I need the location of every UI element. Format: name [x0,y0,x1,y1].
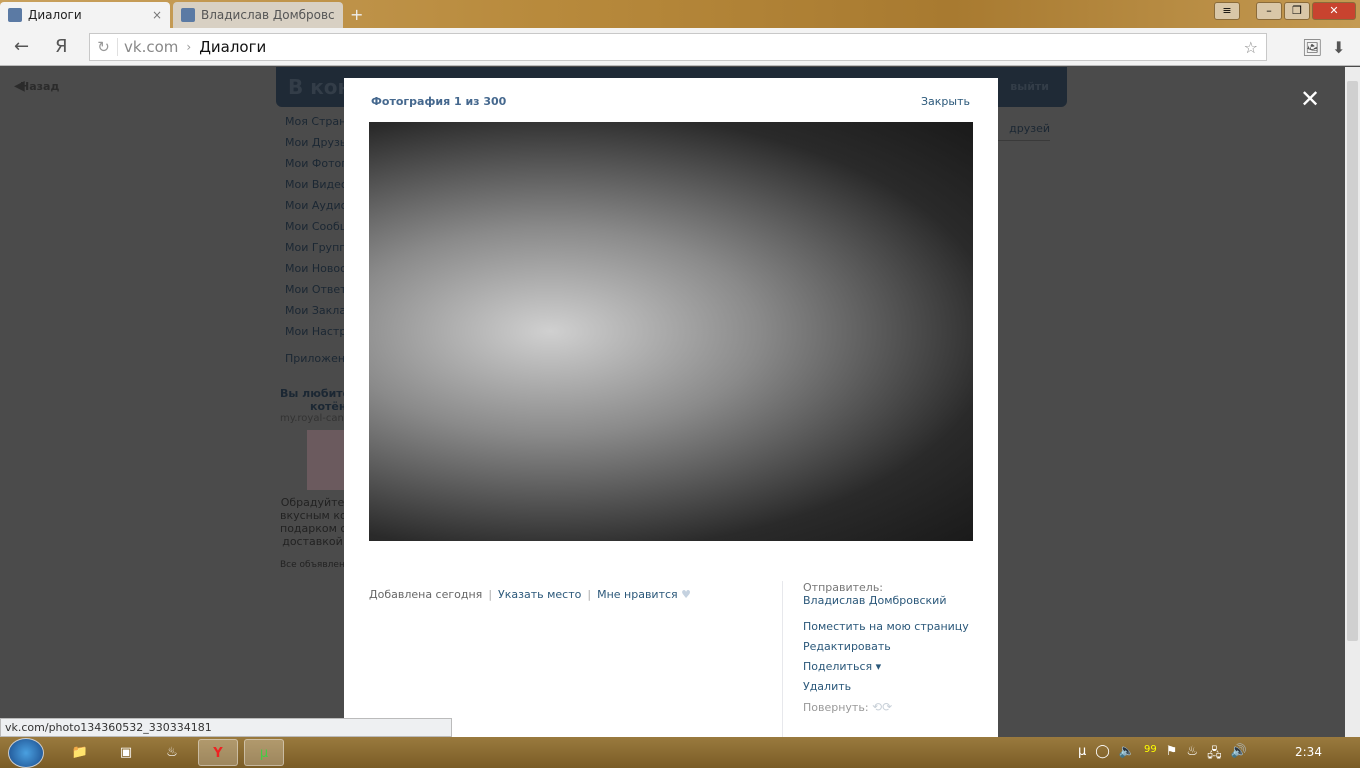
action-center-icon[interactable]: ⚑ [1166,744,1178,766]
menu-item[interactable]: Мои Закладки [285,304,345,325]
friends-tab[interactable]: друзей [998,117,1050,141]
address-bar[interactable]: ↻ vk.com › Диалоги ☆ [89,33,1267,61]
vk-page: Назад В конт выйти Моя Страница Мои Друз… [0,67,1345,737]
utorrent-tray-icon[interactable]: µ [1078,744,1086,766]
maximize-button[interactable]: ❐ [1284,2,1310,20]
rotate-right-icon[interactable]: ⟳ [882,700,892,714]
tab-dialogs[interactable]: Диалоги × [0,2,170,28]
status-bar-url: vk.com/photo134360532_330334181 [0,718,452,737]
taskbar: 📁 ▣ ♨ Y µ µ ◯ 🔈 99 ⚑ ♨ 🖧 🔊 2:34 [0,737,1360,768]
reload-icon[interactable]: ↻ [90,38,118,56]
menu-item[interactable]: Мои Видеозаписи [285,178,345,199]
rotate-left-icon[interactable]: ⟲ [872,700,882,714]
steam-icon[interactable]: ♨ [152,739,192,766]
photo-meta: Добавлена сегодня | Указать место | Мне нрав… [369,588,692,601]
share-link[interactable]: Поделиться ▾ [803,660,982,673]
browser-titlebar: Диалоги × Владислав Домбровс + ≡ – ❐ ✕ [0,0,1360,28]
tab-profile[interactable]: Владислав Домбровс [173,2,343,28]
terminal-icon[interactable]: ▣ [106,739,146,766]
volume-icon[interactable]: 🔊 [1231,744,1247,766]
yandex-browser-icon[interactable]: Y [198,739,238,766]
speaker-tray-icon[interactable]: 🔈 [1119,744,1135,766]
image-icon[interactable]: 🖼 [1302,38,1322,57]
window-close-button[interactable]: ✕ [1312,2,1356,20]
heart-icon[interactable]: ♥ [681,588,691,601]
monitor-tray-icon[interactable]: 99 [1144,744,1157,766]
bookmark-star-icon[interactable]: ☆ [1244,38,1258,57]
utorrent-icon[interactable]: µ [244,739,284,766]
ad-image [307,430,345,490]
like-link[interactable]: Мне нравится [597,588,678,601]
clock[interactable]: 2:34 [1295,745,1322,759]
back-link[interactable]: Назад [14,78,59,94]
back-button[interactable]: ← [14,36,29,57]
new-tab-button[interactable]: + [350,5,363,24]
browser-menu-button[interactable]: ≡ [1214,2,1240,20]
menu-item[interactable]: Мои Ответы [285,283,345,304]
tab-close-button[interactable]: × [152,8,162,22]
photo-counter: Фотография 1 из 300 [371,95,507,108]
menu-item[interactable]: Мои Сообщения [285,220,345,241]
menu-item[interactable]: Мои Аудиозаписи [285,199,345,220]
save-to-page-link[interactable]: Поместить на мою страницу [803,620,982,633]
left-menu: Моя Страница Мои Друзья Мои Фотографии М… [285,115,345,373]
photo[interactable] [369,122,973,541]
place-link[interactable]: Указать место [498,588,581,601]
menu-item[interactable]: Моя Страница [285,115,345,136]
app-tray-icon[interactable]: ◯ [1095,744,1110,766]
menu-item-apps[interactable]: Приложения [285,352,345,373]
photo-viewer: Фотография 1 из 300 Закрыть Добавлена се… [344,78,998,737]
yandex-logo-button[interactable]: Я [55,36,68,57]
vk-video-icon [181,8,195,22]
delete-link[interactable]: Удалить [803,680,982,693]
minimize-button[interactable]: – [1256,2,1282,20]
edit-link[interactable]: Редактировать [803,640,982,653]
steam-tray-icon[interactable]: ♨ [1186,744,1198,766]
menu-item[interactable]: Мои Друзья [285,136,345,157]
logout-link[interactable]: выйти [1010,80,1049,93]
browser-toolbar: ← Я ↻ vk.com › Диалоги ☆ 🖼 ⬇ [0,28,1360,66]
menu-item[interactable]: Мои Группы [285,241,345,262]
start-button[interactable] [8,738,44,768]
menu-item[interactable]: Мои Новости [285,262,345,283]
ad-block[interactable]: Вы любите котёнка my.royal-canin Обрадуй… [280,387,345,570]
page-scrollbar[interactable] [1345,67,1360,737]
close-viewer-icon[interactable]: ✕ [1300,85,1320,113]
menu-item[interactable]: Мои Фотографии [285,157,345,178]
sender-link[interactable]: Владислав Домбровский [803,594,982,607]
explorer-icon[interactable]: 📁 [60,739,100,766]
network-icon[interactable]: 🖧 [1207,744,1222,766]
vk-message-icon [8,8,22,22]
menu-item[interactable]: Мои Настройки [285,325,345,346]
download-icon[interactable]: ⬇ [1332,38,1345,57]
photo-actions: Отправитель: Владислав Домбровский Помес… [782,581,982,737]
close-link[interactable]: Закрыть [921,95,970,108]
system-tray: µ ◯ 🔈 99 ⚑ ♨ 🖧 🔊 [1078,744,1247,766]
